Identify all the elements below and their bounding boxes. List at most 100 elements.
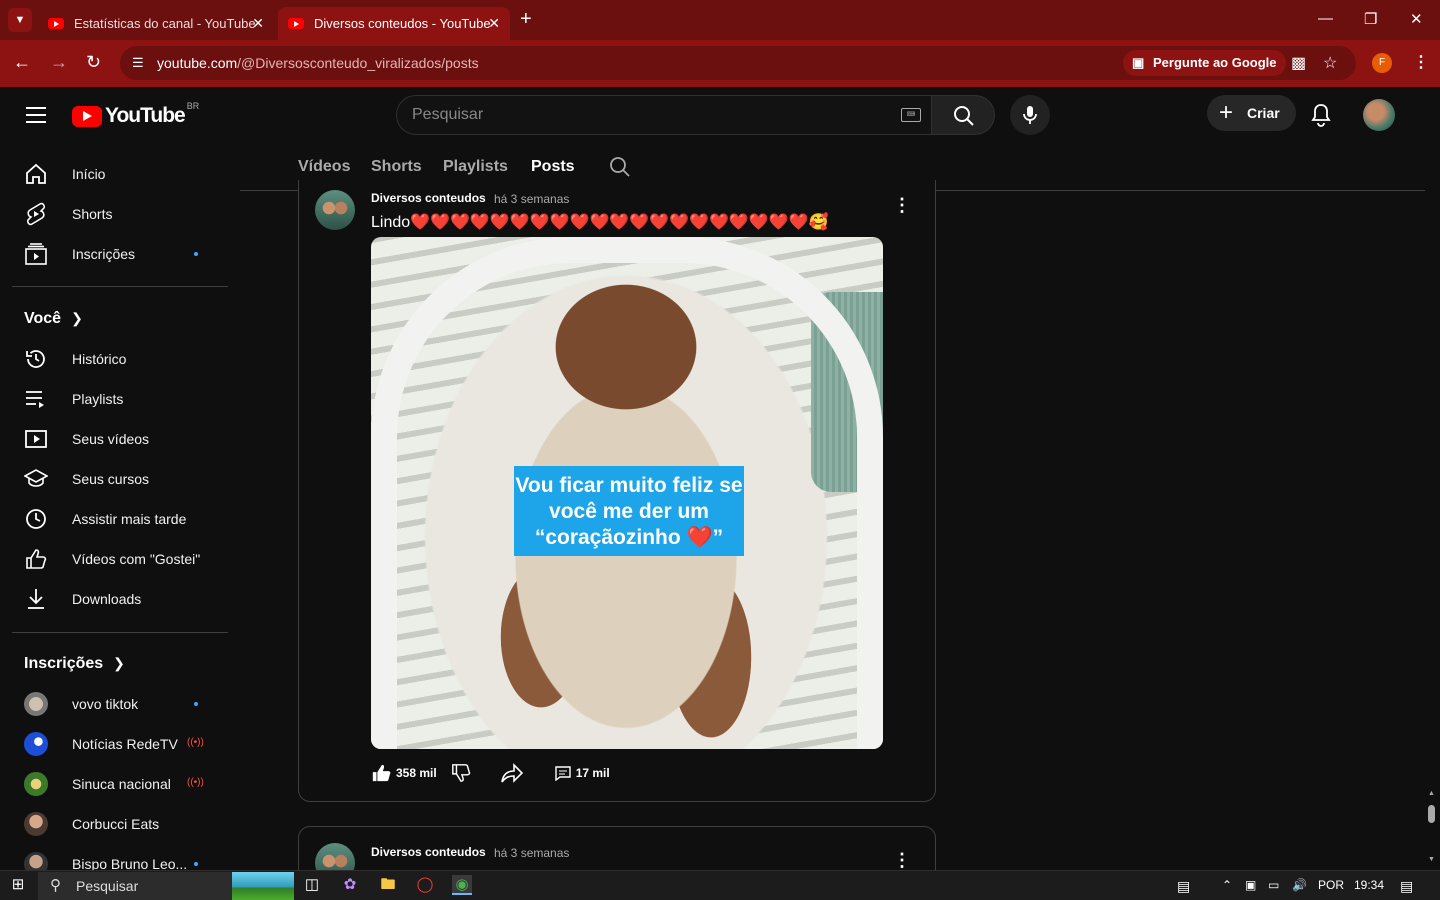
minimize-button[interactable]: — (1318, 10, 1333, 27)
comments-button[interactable]: 17 mil (555, 765, 610, 781)
sidebar-sub-noticias-redetv[interactable]: Notícias RedeTV ((•)) (12, 724, 228, 764)
sidebar-item-playlists[interactable]: Playlists (12, 379, 228, 419)
tab-title: Diversos conteudos - YouTube (314, 16, 491, 31)
post-author[interactable]: Diversos conteudos (371, 845, 486, 859)
chrome-icon[interactable]: ◉ (452, 875, 472, 895)
post-time[interactable]: há 3 semanas (494, 846, 569, 860)
like-button[interactable]: 358 mil (371, 763, 437, 783)
watch-later-icon (24, 507, 48, 531)
sidebar-item-subscriptions[interactable]: Inscrições (12, 234, 228, 274)
sidebar-item-history[interactable]: Histórico (12, 339, 228, 379)
tab-posts[interactable]: Posts (531, 158, 575, 176)
sidebar-sub-corbucci-eats[interactable]: Corbucci Eats (12, 804, 228, 844)
account-avatar[interactable] (1363, 99, 1395, 131)
post-time[interactable]: há 3 semanas (494, 192, 569, 206)
sidebar-sub-vovo-tiktok[interactable]: vovo tiktok (12, 684, 228, 724)
search-icon (954, 106, 974, 126)
you-section-header[interactable]: Você ❯ (24, 310, 83, 328)
language-indicator[interactable]: POR (1318, 878, 1344, 892)
new-tab-button[interactable]: + (520, 8, 532, 31)
browser-tab-posts[interactable]: Diversos conteudos - YouTube ✕ (278, 7, 510, 40)
site-info-icon[interactable]: ☰ (132, 55, 144, 71)
scroll-down-arrow[interactable]: ▼ (1428, 856, 1435, 863)
windows-start-icon[interactable]: ⊞ (8, 875, 28, 895)
close-tab-icon[interactable]: ✕ (488, 15, 500, 32)
task-view-icon[interactable]: ◫ (302, 875, 322, 895)
youtube-header: YouTube BR ⌨ + Criar (0, 87, 1440, 143)
file-explorer-icon[interactable]: 🖿 (378, 875, 398, 895)
comment-count: 17 mil (575, 766, 610, 780)
tab-playlists[interactable]: Playlists (443, 158, 508, 176)
copilot-icon[interactable]: ✿ (340, 875, 360, 895)
browser-profile-avatar[interactable]: F (1372, 53, 1392, 73)
network-icon[interactable]: ▭ (1268, 878, 1279, 892)
sidebar-item-courses[interactable]: Seus cursos (12, 459, 228, 499)
back-button[interactable]: ← (13, 52, 31, 73)
search-box: ⌨ (396, 95, 932, 135)
sidebar-item-liked-videos[interactable]: Vídeos com "Gostei" (12, 539, 228, 579)
install-app-icon[interactable]: ▩ (1291, 53, 1306, 73)
google-lens-icon: ▣ (1132, 55, 1145, 70)
post-image[interactable]: Vou ficar muito feliz se você me der um … (371, 237, 883, 749)
channel-avatar[interactable] (315, 190, 355, 230)
post-text: Lindo❤️❤️❤️❤️❤️❤️❤️❤️❤️❤️❤️❤️❤️❤️❤️❤️❤️❤… (371, 214, 829, 231)
sidebar-sub-sinuca-nacional[interactable]: Sinuca nacional ((•)) (12, 764, 228, 804)
ask-google-button[interactable]: ▣ Pergunte ao Google (1123, 50, 1286, 76)
thumbs-up-icon (24, 547, 48, 571)
menu-icon[interactable] (26, 107, 46, 123)
playlists-icon (24, 387, 48, 411)
scroll-up-arrow[interactable]: ▲ (1428, 790, 1435, 797)
new-content-dot (194, 862, 198, 866)
youtube-play-icon (72, 105, 102, 127)
widgets-icon[interactable]: ▤ (1177, 878, 1190, 895)
sidebar-divider (12, 286, 228, 287)
keyboard-icon[interactable]: ⌨ (901, 108, 921, 122)
notifications-button[interactable] (1310, 103, 1332, 132)
windows-taskbar: ⊞ ⚲ Pesquisar ◫ ✿ 🖿 ◯ ◉ ▤ ⌃ ▣ ▭ 🔊 POR 19… (0, 870, 1440, 900)
notifications-icon[interactable]: ▤ (1400, 878, 1413, 895)
youtube-logo[interactable]: YouTube BR (72, 101, 199, 128)
voice-search-button[interactable] (1010, 95, 1050, 135)
close-window-button[interactable]: ✕ (1410, 10, 1423, 28)
like-count: 358 mil (396, 766, 437, 780)
home-icon (24, 162, 48, 186)
channel-search-icon[interactable] (609, 156, 631, 178)
opera-icon[interactable]: ◯ (415, 875, 435, 895)
live-icon: ((•)) (187, 737, 204, 748)
post-author[interactable]: Diversos conteudos (371, 191, 486, 205)
clock[interactable]: 19:34 (1354, 878, 1384, 892)
forward-button[interactable]: → (50, 52, 68, 73)
bookmark-star-icon[interactable]: ☆ (1323, 53, 1337, 73)
tab-videos[interactable]: Vídeos (298, 158, 350, 176)
post-menu-icon[interactable]: ⋮ (893, 851, 911, 869)
sidebar-item-home[interactable]: Início (12, 154, 228, 194)
tab-shorts[interactable]: Shorts (371, 158, 422, 176)
camera-icon[interactable]: ▣ (1245, 878, 1256, 892)
subscriptions-section-header[interactable]: Inscrições ❯ (24, 655, 125, 673)
sidebar-item-shorts[interactable]: Shorts (12, 194, 228, 234)
search-button[interactable] (931, 95, 995, 135)
sidebar-sub-bispo-bruno[interactable]: Bispo Bruno Leo... (12, 844, 228, 870)
sidebar-item-your-videos[interactable]: Seus vídeos (12, 419, 228, 459)
reload-button[interactable]: ↻ (86, 52, 101, 73)
page-scrollbar-thumb[interactable] (1428, 805, 1435, 823)
url-text[interactable]: youtube.com/@Diversosconteudo_viralizado… (157, 55, 479, 71)
sidebar-item-watch-later[interactable]: Assistir mais tarde (12, 499, 228, 539)
sidebar-item-downloads[interactable]: Downloads (12, 579, 228, 619)
youtube-favicon-icon (48, 18, 64, 29)
browser-menu-icon[interactable]: ⋮ (1413, 52, 1429, 72)
taskbar-search[interactable]: ⚲ Pesquisar (38, 872, 294, 900)
share-button[interactable] (500, 763, 523, 783)
tab-search-dropdown-button[interactable]: ▼ (8, 8, 32, 32)
post-menu-icon[interactable]: ⋮ (893, 196, 911, 214)
browser-tab-statistics[interactable]: Estatísticas do canal - YouTube ✕ (38, 7, 274, 40)
restore-button[interactable]: ❐ (1364, 10, 1377, 28)
address-bar[interactable]: ☰ youtube.com/@Diversosconteudo_viraliza… (120, 46, 1356, 80)
dislike-button[interactable] (451, 763, 471, 783)
channel-avatar (24, 852, 48, 870)
create-button[interactable]: + Criar (1207, 95, 1296, 131)
volume-icon[interactable]: 🔊 (1292, 878, 1307, 892)
close-tab-icon[interactable]: ✕ (252, 15, 264, 32)
search-input[interactable] (412, 106, 882, 124)
show-hidden-icons[interactable]: ⌃ (1222, 878, 1232, 892)
